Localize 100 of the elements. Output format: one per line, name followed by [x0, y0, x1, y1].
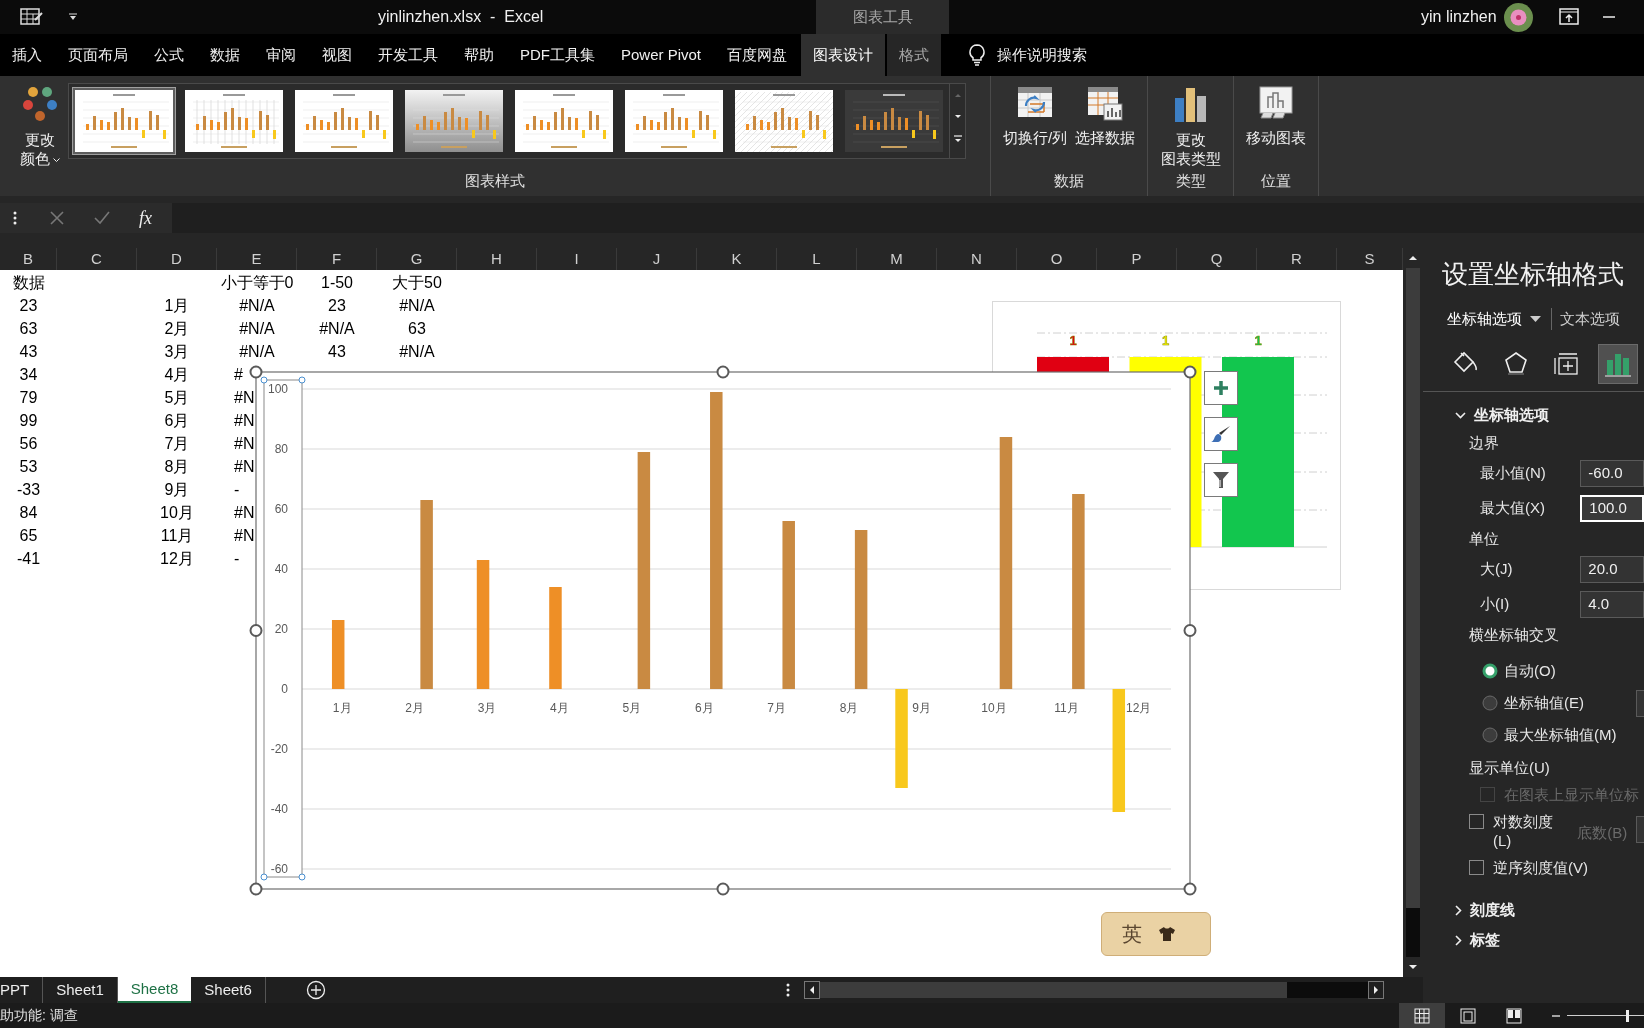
ribbon-tab[interactable]: 帮助	[452, 34, 506, 76]
ribbon-display-icon[interactable]	[1558, 8, 1579, 26]
number-field[interactable]	[1636, 816, 1644, 843]
chart-style-thumbnail[interactable]	[622, 87, 726, 155]
table-icon[interactable]	[20, 7, 44, 27]
table-cell-text: 65	[18, 525, 39, 546]
ribbon-tab[interactable]: 审阅	[254, 34, 308, 76]
enter-icon[interactable]	[93, 210, 111, 226]
brush-icon	[1211, 425, 1231, 443]
ribbon-tab[interactable]: 页面布局	[56, 34, 140, 76]
table-cell-text: 4月	[163, 364, 191, 385]
ribbon-tab[interactable]: 百度网盘	[715, 34, 800, 76]
resize-handle[interactable]	[1183, 624, 1197, 637]
field-label: 底数(B)	[1577, 823, 1628, 843]
table-cell-text: 数据	[11, 272, 46, 293]
chart-filters-button[interactable]	[1204, 463, 1238, 497]
number-field[interactable]	[1636, 689, 1644, 717]
shirt-icon	[1158, 926, 1176, 942]
avatar[interactable]	[1503, 2, 1533, 32]
ribbon-button[interactable]: 更改 图表类型	[1158, 82, 1223, 168]
tell-me-search[interactable]: 操作说明搜索	[997, 43, 1088, 67]
chart-style-thumbnail[interactable]	[732, 87, 836, 155]
axis-label: 40	[274, 562, 288, 576]
ribbon-tab[interactable]: Power Pivot	[609, 34, 714, 76]
pane-tab[interactable]: 坐标轴选项	[1447, 307, 1541, 331]
checkbox[interactable]	[1469, 814, 1484, 829]
radio-button[interactable]	[1482, 663, 1498, 679]
normal-view-button[interactable]	[1399, 1003, 1445, 1028]
ribbon-tab[interactable]: 图表设计	[801, 34, 886, 76]
user-name: yin linzhen	[1421, 7, 1497, 27]
section-header[interactable]: 标签	[1423, 925, 1644, 955]
number-field[interactable]: 100.0	[1580, 495, 1644, 522]
ribbon-tab[interactable]: 格式	[887, 34, 942, 76]
chart-elements-button[interactable]	[1204, 371, 1238, 405]
cancel-icon[interactable]	[49, 210, 65, 226]
radio-button[interactable]	[1482, 695, 1498, 711]
resize-handle[interactable]	[249, 365, 263, 379]
table-cell-text: 6月	[163, 410, 191, 431]
chart-style-thumbnail[interactable]	[292, 87, 396, 155]
ribbon-button[interactable]: 移动图表	[1244, 82, 1308, 147]
chart-frame[interactable]	[255, 371, 1191, 890]
group-label: 图表样式	[464, 170, 526, 191]
ribbon-button[interactable]: 切换行/列	[1000, 82, 1070, 147]
option-heading: 边界	[1468, 432, 1500, 453]
chart-style-thumbnail[interactable]	[182, 87, 286, 155]
table-chart-icon	[1086, 84, 1125, 122]
chart-style-thumbnail[interactable]	[402, 87, 506, 155]
ribbon-tab[interactable]: 开发工具	[366, 34, 450, 76]
customize-menu-icon[interactable]	[68, 12, 78, 22]
filter-icon	[1212, 471, 1230, 489]
checkbox-label: 在图表上显示单位标	[1504, 785, 1639, 804]
scroll-right-button[interactable]	[1367, 981, 1384, 999]
insert-function-button[interactable]: fx	[139, 204, 152, 232]
scrollbar-thumb[interactable]	[1406, 268, 1420, 908]
resize-handle[interactable]	[1183, 365, 1197, 379]
ime-badge[interactable]: 英	[1101, 912, 1211, 956]
ribbon-tab[interactable]: 插入	[0, 34, 54, 76]
checkbox[interactable]	[1469, 860, 1484, 875]
axis-label: 11月	[1054, 701, 1079, 715]
number-field[interactable]: -60.0	[1580, 460, 1644, 487]
more-icon[interactable]	[13, 211, 17, 225]
table-cell-text: 23	[327, 295, 347, 316]
ribbon-tab[interactable]: PDF工具集	[508, 34, 607, 76]
ribbon-tab[interactable]: 数据	[198, 34, 252, 76]
table-cell-text: 63	[407, 318, 427, 339]
resize-handle[interactable]	[249, 882, 263, 896]
add-sheet-button[interactable]	[305, 980, 326, 1000]
section-header[interactable]: 坐标轴选项	[1423, 400, 1644, 430]
pane-icon-tab[interactable]	[1598, 343, 1638, 384]
table-cell-text: 43	[327, 341, 347, 362]
chart-style-thumbnail[interactable]	[842, 87, 946, 155]
table-cell-text: 11月	[159, 525, 195, 546]
chart-styles-button[interactable]	[1204, 417, 1238, 451]
resize-handle[interactable]	[1183, 882, 1197, 896]
chart-style-thumbnail[interactable]	[512, 87, 616, 155]
chart-style-thumbnail[interactable]	[72, 87, 176, 155]
resize-handle[interactable]	[249, 624, 263, 637]
ribbon-button[interactable]: 选择数据	[1073, 82, 1138, 147]
table-cell-text: 7月	[163, 433, 191, 454]
ribbon-button[interactable]: 更改 颜色	[18, 82, 62, 168]
ribbon-tab[interactable]: 视图	[310, 34, 364, 76]
number-field[interactable]: 4.0	[1580, 591, 1644, 618]
slider-thumb[interactable]	[1626, 1009, 1630, 1022]
radio-button[interactable]	[1482, 727, 1498, 743]
zoom-slider[interactable]	[1567, 1009, 1644, 1022]
table-cell-text: 34	[18, 364, 39, 385]
scroll-left-button[interactable]	[803, 981, 820, 999]
section-header[interactable]: 刻度线	[1423, 895, 1644, 925]
pane-tab[interactable]: 文本选项	[1551, 307, 1620, 331]
table-cell-text: 8月	[163, 456, 191, 477]
ribbon-tab[interactable]: 公式	[142, 34, 196, 76]
number-field[interactable]: 20.0	[1580, 556, 1644, 583]
lightbulb-icon[interactable]	[969, 44, 986, 66]
table-cell-text: #N	[233, 525, 254, 546]
sheet-tab[interactable]: Sheet8	[117, 977, 192, 1003]
more-icon[interactable]	[785, 983, 790, 997]
minimize-icon[interactable]	[1602, 16, 1615, 18]
table-cell-text: -41	[15, 548, 42, 569]
resize-handle[interactable]	[716, 365, 730, 379]
resize-handle[interactable]	[716, 882, 730, 896]
